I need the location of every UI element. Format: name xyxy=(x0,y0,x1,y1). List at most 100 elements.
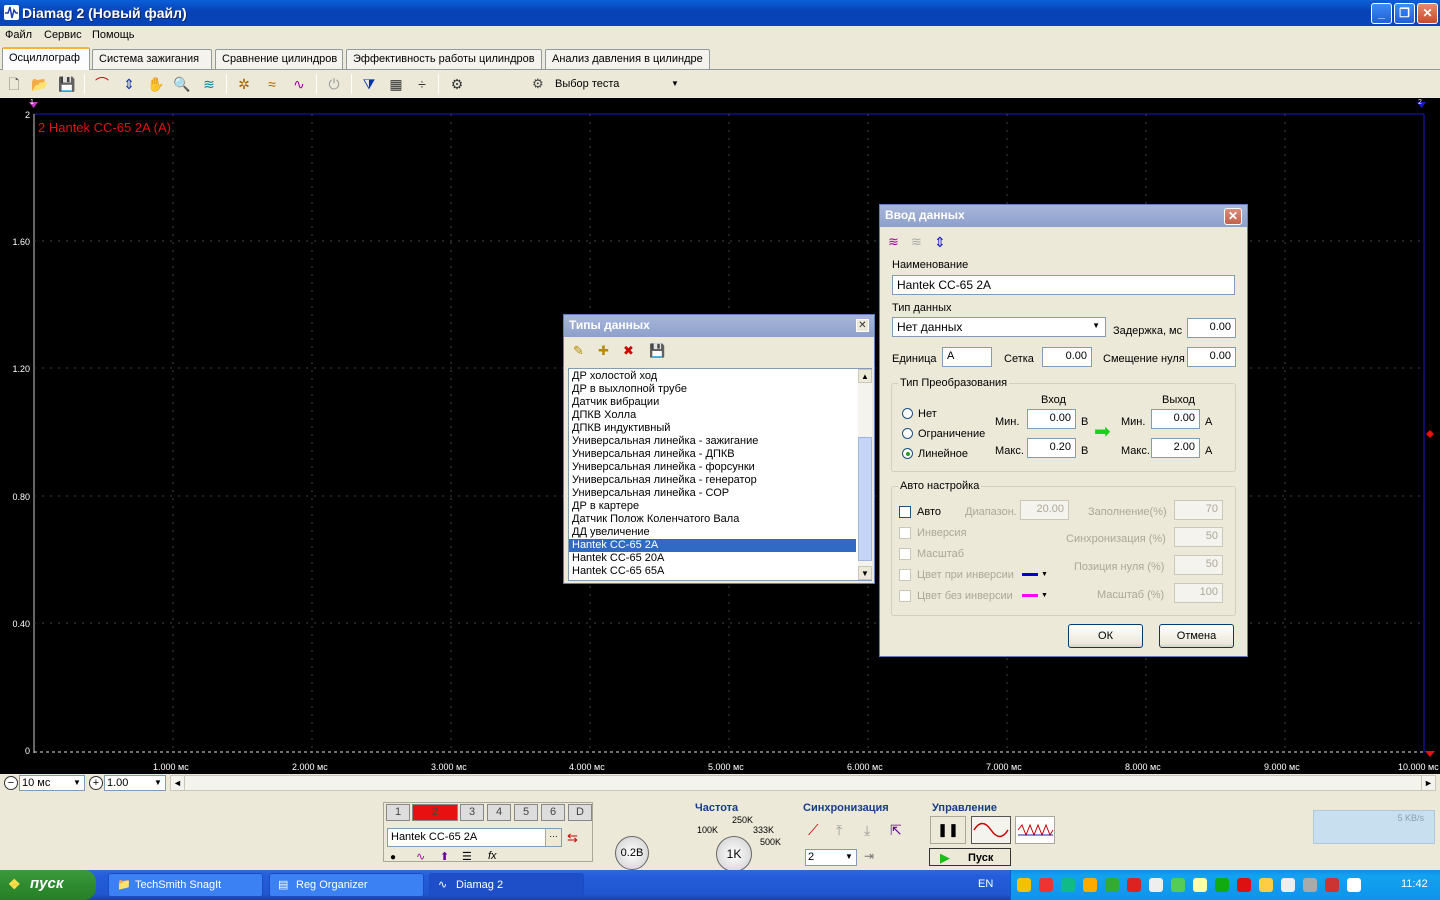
list-item[interactable]: ДПКВ индуктивный xyxy=(569,422,856,435)
tab-oscilloscope[interactable]: Осциллограф xyxy=(2,47,90,70)
apply-icon[interactable]: ⇆ xyxy=(567,830,578,846)
list-item[interactable]: Hantek CC-65 65A xyxy=(569,565,856,578)
cursor-arc-icon[interactable]: ⌒ xyxy=(91,73,113,95)
out-max-field[interactable]: 2.00 xyxy=(1151,438,1200,458)
scale-select[interactable]: 1.00 ▼ xyxy=(104,775,166,791)
grid-field[interactable]: 0.00 xyxy=(1042,347,1092,367)
list-item[interactable]: ДР холостой ход xyxy=(569,370,856,383)
unit-field[interactable]: A xyxy=(942,347,992,367)
restore-button[interactable]: ❐ xyxy=(1394,3,1415,24)
chevron-down-icon[interactable]: ▼ xyxy=(1041,571,1048,578)
channel-button-2[interactable]: 2 xyxy=(412,804,458,821)
timebase-select[interactable]: 10 мс ▼ xyxy=(19,775,85,791)
list-item[interactable]: ДД увеличение xyxy=(569,526,856,539)
probe-icon[interactable]: ● xyxy=(390,852,396,863)
tab-pressure-analysis[interactable]: Анализ давления в цилиндре xyxy=(545,49,710,69)
grid-icon[interactable]: ▦ xyxy=(385,73,407,95)
volts-knob[interactable]: 0.2В xyxy=(615,836,649,870)
tray-icon[interactable] xyxy=(1347,878,1361,892)
ok-button[interactable]: ОК xyxy=(1068,624,1143,648)
zoom-in-icon[interactable]: + xyxy=(89,776,103,790)
list-item[interactable]: ДР в картере xyxy=(569,500,856,513)
channel-button-1[interactable]: 1 xyxy=(386,804,410,821)
channel-button-4[interactable]: 4 xyxy=(487,804,511,821)
tray-icon[interactable] xyxy=(1281,878,1295,892)
delay-field[interactable]: 0.00 xyxy=(1187,318,1236,338)
zoom-icon[interactable]: 🔍 xyxy=(171,73,193,95)
horizontal-scrollbar[interactable]: ◄ ► xyxy=(170,775,1436,791)
cancel-button[interactable]: Отмена xyxy=(1159,624,1234,648)
tray-icon[interactable] xyxy=(1215,878,1229,892)
in-min-field[interactable]: 0.00 xyxy=(1027,409,1076,429)
tray-icon[interactable] xyxy=(1061,878,1075,892)
sync-up-icon[interactable]: ⤒ xyxy=(836,822,842,839)
swap-icon[interactable]: ⇕ xyxy=(934,234,946,251)
arrow-up-icon[interactable]: ⬆ xyxy=(440,850,449,863)
sync-cursor-icon[interactable]: ⇱ xyxy=(890,822,902,839)
in-max-field[interactable]: 0.20 xyxy=(1027,438,1076,458)
tray-icon[interactable] xyxy=(1303,878,1317,892)
pause-button[interactable]: ❚❚ xyxy=(930,816,966,844)
types-scrollbar[interactable]: ▲ ▼ xyxy=(858,369,872,580)
freq-knob[interactable]: 1K xyxy=(716,836,752,872)
list-item[interactable]: Универсальная линейка - зажигание xyxy=(569,435,856,448)
auto-checkbox[interactable] xyxy=(899,506,911,518)
range-field[interactable]: 20.00 xyxy=(1020,500,1069,520)
tray-icon[interactable] xyxy=(1259,878,1273,892)
sync-pct-field[interactable]: 50 xyxy=(1174,527,1223,547)
tray-icon[interactable] xyxy=(1237,878,1251,892)
test-select[interactable]: ⚙ Выбор теста ▼ xyxy=(529,73,685,95)
tray-icon[interactable] xyxy=(1171,878,1185,892)
input-close-button[interactable]: ✕ xyxy=(1224,208,1242,225)
zero-offset-field[interactable]: 0.00 xyxy=(1187,347,1236,367)
list-item[interactable]: ДПКВ Холла xyxy=(569,409,856,422)
wave-disabled-icon[interactable]: ≋ xyxy=(911,234,922,250)
tab-ignition[interactable]: Система зажигания xyxy=(92,49,212,69)
sync-down-icon[interactable]: ⤓ xyxy=(864,822,870,839)
split-icon[interactable]: ÷ xyxy=(411,73,433,95)
wave-icon[interactable]: ∿ xyxy=(416,850,425,863)
overlay-icon[interactable]: ∿ xyxy=(288,73,310,95)
auto-icon[interactable]: ⏻ xyxy=(323,73,345,95)
tray-icon[interactable] xyxy=(1193,878,1207,892)
scroll-right-icon[interactable]: ► xyxy=(1421,776,1435,790)
tray-icon[interactable] xyxy=(1017,878,1031,892)
copy-type-icon[interactable]: ✚ xyxy=(598,343,609,359)
close-button[interactable]: ✕ xyxy=(1417,3,1438,24)
noinv-color-checkbox[interactable] xyxy=(899,590,911,602)
channel-button-6[interactable]: 6 xyxy=(541,804,565,821)
list-item[interactable]: Датчик Полож Коленчатого Вала xyxy=(569,513,856,526)
task-reg-organizer[interactable]: ▤ Reg Organizer xyxy=(269,873,424,897)
scale-pct-field[interactable]: 100 xyxy=(1174,583,1223,603)
sync-channel-select[interactable]: 2 ▼ xyxy=(805,849,857,866)
waves-icon[interactable]: ≈ xyxy=(261,73,283,95)
language-indicator[interactable]: EN xyxy=(978,878,993,890)
name-field[interactable]: Hantek CC-65 2A xyxy=(892,275,1235,295)
radio-linear[interactable] xyxy=(902,448,913,459)
inv-color-swatch[interactable] xyxy=(1022,573,1038,576)
scroll-left-icon[interactable]: ◄ xyxy=(171,776,185,790)
single-mode-button[interactable] xyxy=(971,816,1011,844)
tab-cylinder-efficiency[interactable]: Эффективность работы цилиндров xyxy=(346,49,542,69)
list-item[interactable]: Универсальная линейка - СОР xyxy=(569,487,856,500)
grid-lines-icon[interactable]: ☰ xyxy=(462,850,472,863)
task-snagit[interactable]: 📁 TechSmith SnagIt xyxy=(108,873,263,897)
menu-service[interactable]: Сервис xyxy=(44,29,82,41)
type-select[interactable]: Нет данных ▼ xyxy=(892,317,1106,337)
ch2-marker[interactable]: 2 xyxy=(1418,99,1422,106)
ch1-marker[interactable]: 1 xyxy=(30,99,34,106)
start-button[interactable]: ▶ Пуск xyxy=(929,848,1011,866)
wave-icon[interactable]: ≋ xyxy=(888,234,899,250)
continuous-mode-button[interactable] xyxy=(1015,816,1055,844)
tray-icon[interactable] xyxy=(1083,878,1097,892)
signal-icon[interactable]: ≋ xyxy=(198,73,220,95)
menu-file[interactable]: Файл xyxy=(5,29,32,41)
inversion-checkbox[interactable] xyxy=(899,527,911,539)
types-list[interactable]: ДР холостой ход ДР в выхлопной трубе Датчи… xyxy=(568,368,872,581)
auto-settings-icon[interactable]: ⚙ xyxy=(446,73,468,95)
radio-none[interactable] xyxy=(902,408,913,419)
tray-icon[interactable] xyxy=(1105,878,1119,892)
vertical-cursor-icon[interactable]: ⇕ xyxy=(118,73,140,95)
channel-button-5[interactable]: 5 xyxy=(514,804,538,821)
scale-checkbox[interactable] xyxy=(899,548,911,560)
